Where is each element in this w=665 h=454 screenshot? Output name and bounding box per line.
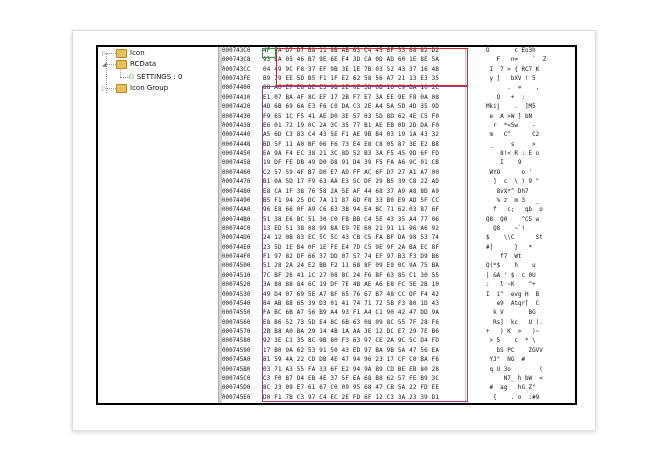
- hex-address: 000743C8: [222, 57, 251, 64]
- ascii-text[interactable]: m C^ C2: [486, 132, 568, 139]
- ascii-text[interactable]: Mkij . ]M5: [486, 104, 568, 111]
- hex-address: 000745C0: [222, 375, 251, 382]
- ascii-text[interactable]: f c; qb o: [486, 207, 568, 214]
- hex-address: 00074490: [222, 197, 251, 204]
- resource-tree: ▷ Icon ◢ RCData ✩ SETTINGS : 0 ▷ Icon Gro…: [98, 47, 218, 403]
- ascii-text[interactable]: I i^ evg H B: [486, 292, 568, 299]
- resource-editor-window: ▷ Icon ◢ RCData ✩ SETTINGS : 0 ▷ Icon Gro…: [96, 45, 577, 405]
- hex-address: 000744F0: [222, 254, 251, 261]
- hex-address: 00074420: [222, 104, 251, 111]
- hex-address: 00074480: [222, 188, 251, 195]
- ascii-text[interactable]: O + :: [486, 95, 568, 102]
- red-highlight-box: [276, 48, 468, 86]
- ascii-text[interactable]: I 9: [486, 160, 568, 167]
- hex-address: 00074520: [222, 282, 251, 289]
- hex-address: 000744C0: [222, 226, 251, 232]
- hex-address: 000745D0: [222, 385, 251, 392]
- ascii-text[interactable]: # ag hG Z": [486, 385, 568, 392]
- expand-arrow-icon[interactable]: ▷: [102, 83, 107, 94]
- hex-address: 00074540: [222, 300, 251, 307]
- ascii-text[interactable]: : l ~K ^+: [486, 282, 568, 289]
- folder-icon: [116, 83, 127, 93]
- hex-address: 00074590: [222, 347, 251, 354]
- ascii-text[interactable]: YJ" NG #: [486, 357, 568, 364]
- hex-address: 000743CC: [222, 66, 251, 73]
- ascii-text[interactable]: k V BG: [486, 310, 568, 317]
- hex-address: 00074460: [222, 169, 251, 176]
- hex-address: 00074438: [222, 122, 251, 129]
- ascii-text[interactable]: > 5 c * \: [486, 338, 568, 345]
- hex-address: 000744A0: [222, 207, 251, 214]
- hex-address: 00074410: [222, 94, 251, 101]
- hex-address: 00074470: [222, 179, 251, 186]
- ascii-text[interactable]: % z m 3 _: [486, 198, 568, 205]
- tree-item-icon[interactable]: ▷ Icon: [102, 48, 145, 59]
- hex-address: 00074400: [222, 85, 251, 92]
- green-highlight-box: [262, 48, 276, 58]
- hex-address: 000743FE: [222, 76, 251, 83]
- hex-address: 000744D0: [222, 235, 251, 242]
- ascii-text[interactable]: WYO o ': [486, 170, 568, 177]
- ascii-text[interactable]: + ) K > )~: [486, 329, 568, 336]
- hex-address: 00074448: [222, 141, 251, 148]
- ascii-text[interactable]: Q8 Q0 ^C5 w: [486, 217, 568, 224]
- hex-address: 000745E0: [222, 394, 251, 401]
- ascii-text[interactable]: q U 3o (: [486, 367, 568, 374]
- ascii-text[interactable]: Q(*$ h u: [486, 263, 568, 270]
- folder-icon: [116, 48, 127, 58]
- ascii-text[interactable]: | &A ' $ c 0U: [486, 273, 568, 280]
- expand-arrow-icon[interactable]: ▷: [102, 48, 107, 59]
- ascii-text[interactable]: bS PC ZGVV: [486, 348, 568, 355]
- hex-address: 00074510: [222, 272, 251, 279]
- star-icon: ✩: [128, 72, 135, 81]
- hex-address: 000744E0: [222, 244, 251, 251]
- hex-address: 00074580: [222, 338, 251, 345]
- purple-highlight-box: [262, 86, 468, 402]
- ascii-text[interactable]: r *<5w -: [486, 123, 568, 130]
- tree-item-icon-group[interactable]: ▷ Icon Group: [102, 83, 168, 94]
- ascii-text[interactable]: I 7 > { RC7 K: [486, 67, 568, 74]
- ascii-text[interactable]: 8vX*^ Dh7: [486, 189, 568, 196]
- hex-address: 00074560: [222, 319, 251, 326]
- hex-address: 00074550: [222, 310, 251, 317]
- tree-item-settings[interactable]: ✩ SETTINGS : 0: [128, 71, 182, 82]
- ascii-text[interactable]: f7 Wt: [486, 254, 568, 261]
- hex-address: 000744B0: [222, 216, 251, 223]
- ascii-text[interactable]: ] c \ ) 9 ": [486, 179, 568, 186]
- ascii-text[interactable]: 8!< R : E o: [486, 151, 568, 158]
- hex-address: 00074458: [222, 160, 251, 167]
- tree-item-label: SETTINGS : 0: [136, 73, 183, 81]
- ascii-text[interactable]: . = ,: [486, 85, 568, 92]
- hex-address: 00074530: [222, 291, 251, 298]
- collapse-arrow-icon[interactable]: ◢: [102, 59, 107, 70]
- tree-item-rcdata[interactable]: ◢ RCData: [102, 59, 156, 70]
- ascii-text[interactable]: e A >W ] bN: [486, 114, 568, 121]
- hex-address: 000745B0: [222, 366, 251, 373]
- hex-address: 000743C0: [222, 48, 251, 54]
- hex-address: 000745A0: [222, 357, 251, 364]
- hex-address: 00074570: [222, 329, 251, 336]
- ascii-text[interactable]: _ s >: [486, 142, 568, 149]
- tree-item-label: Icon: [130, 49, 145, 57]
- hex-address: 00074440: [222, 132, 251, 139]
- ascii-text[interactable]: Q8 ~`!: [486, 226, 568, 233]
- ascii-text[interactable]: N7_ h bW <: [486, 376, 568, 383]
- ascii-text[interactable]: O c Eo3h: [486, 48, 568, 55]
- hex-address: 00074500: [222, 263, 251, 270]
- tree-item-label: Icon Group: [130, 84, 169, 92]
- folder-icon: [116, 59, 127, 69]
- ascii-text[interactable]: Rs] kc U (.: [486, 320, 568, 327]
- ascii-text[interactable]: e9 Atqr[ C: [486, 301, 568, 308]
- hex-address: 00074450: [222, 151, 251, 158]
- ascii-text[interactable]: #] } *: [486, 245, 568, 252]
- ascii-text[interactable]: $ \\C St: [486, 235, 568, 242]
- ascii-text[interactable]: { . o :#9: [486, 395, 568, 402]
- ascii-text[interactable]: F n= ` Z: [486, 57, 568, 64]
- hex-address: 00074430: [222, 113, 251, 120]
- tree-item-label: RCData: [130, 60, 157, 68]
- ascii-text[interactable]: y ] bXV ! 5: [486, 76, 568, 83]
